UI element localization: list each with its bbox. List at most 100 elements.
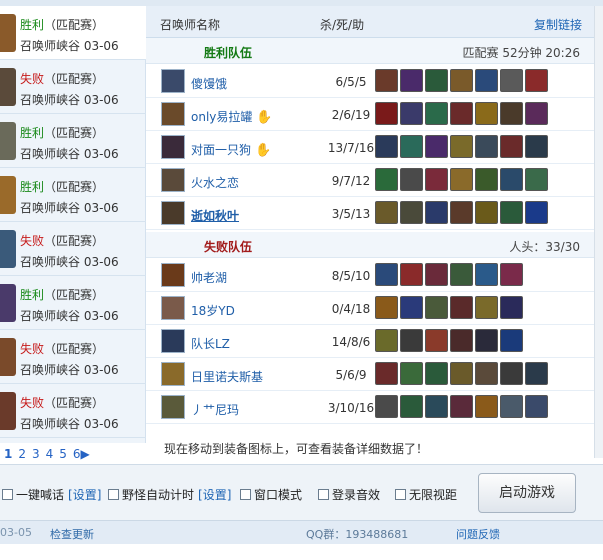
history-item[interactable]: 胜利（匹配赛） 召唤师峡谷 03-06 bbox=[0, 168, 146, 222]
item-icon[interactable] bbox=[450, 296, 473, 319]
window-mode-checkbox[interactable] bbox=[240, 489, 251, 500]
item-icon[interactable] bbox=[500, 102, 523, 125]
item-icon[interactable] bbox=[375, 362, 398, 385]
jungle-timer-option[interactable]: 野怪自动计时 [设置] bbox=[108, 486, 231, 503]
item-icon[interactable] bbox=[525, 168, 548, 191]
summoner-name[interactable]: 18岁YD bbox=[191, 302, 235, 319]
item-icon[interactable] bbox=[525, 395, 548, 418]
item-icon[interactable] bbox=[500, 69, 523, 92]
summoner-name[interactable]: 逝如秋叶 bbox=[191, 207, 239, 224]
item-icon[interactable] bbox=[500, 395, 523, 418]
jungle-timer-settings-link[interactable]: [设置] bbox=[198, 486, 231, 503]
item-icon[interactable] bbox=[475, 395, 498, 418]
history-item[interactable]: 失败（匹配赛） 召唤师峡谷 03-06 bbox=[0, 330, 146, 384]
item-icon[interactable] bbox=[400, 102, 423, 125]
window-mode-option[interactable]: 窗口模式 bbox=[240, 486, 302, 503]
item-icon[interactable] bbox=[425, 329, 448, 352]
unlimited-view-option[interactable]: 无限视距 bbox=[395, 486, 457, 503]
item-icon[interactable] bbox=[400, 69, 423, 92]
item-icon[interactable] bbox=[450, 135, 473, 158]
login-sound-option[interactable]: 登录音效 bbox=[318, 486, 380, 503]
scrollbar[interactable] bbox=[594, 6, 603, 458]
item-icon[interactable] bbox=[450, 329, 473, 352]
page-link[interactable]: 1 bbox=[4, 447, 12, 461]
item-icon[interactable] bbox=[375, 102, 398, 125]
page-link[interactable]: 6▶ bbox=[73, 447, 90, 461]
item-icon[interactable] bbox=[425, 362, 448, 385]
item-icon[interactable] bbox=[400, 296, 423, 319]
item-icon[interactable] bbox=[525, 102, 548, 125]
item-icon[interactable] bbox=[425, 135, 448, 158]
item-icon[interactable] bbox=[375, 168, 398, 191]
item-icon[interactable] bbox=[450, 263, 473, 286]
item-icon[interactable] bbox=[375, 201, 398, 224]
item-icon[interactable] bbox=[475, 263, 498, 286]
item-icon[interactable] bbox=[425, 395, 448, 418]
history-item[interactable]: 胜利（匹配赛） 召唤师峡谷 03-06 bbox=[0, 6, 146, 60]
item-icon[interactable] bbox=[500, 362, 523, 385]
auto-shout-checkbox[interactable] bbox=[2, 489, 13, 500]
item-icon[interactable] bbox=[500, 263, 523, 286]
item-icon[interactable] bbox=[500, 329, 523, 352]
item-icon[interactable] bbox=[450, 201, 473, 224]
item-icon[interactable] bbox=[375, 395, 398, 418]
item-icon[interactable] bbox=[500, 201, 523, 224]
item-icon[interactable] bbox=[475, 168, 498, 191]
unlimited-view-checkbox[interactable] bbox=[395, 489, 406, 500]
item-icon[interactable] bbox=[450, 168, 473, 191]
item-icon[interactable] bbox=[525, 69, 548, 92]
item-icon[interactable] bbox=[375, 329, 398, 352]
summoner-name[interactable]: only易拉罐 ✋ bbox=[191, 108, 273, 125]
auto-shout-option[interactable]: 一键喊话 [设置] bbox=[2, 486, 101, 503]
item-icon[interactable] bbox=[450, 69, 473, 92]
page-link[interactable]: 2 bbox=[18, 447, 26, 461]
history-item[interactable]: 失败（匹配赛） 召唤师峡谷 03-06 bbox=[0, 60, 146, 114]
item-icon[interactable] bbox=[475, 329, 498, 352]
item-icon[interactable] bbox=[475, 296, 498, 319]
item-icon[interactable] bbox=[500, 296, 523, 319]
item-icon[interactable] bbox=[450, 102, 473, 125]
auto-shout-settings-link[interactable]: [设置] bbox=[68, 486, 101, 503]
item-icon[interactable] bbox=[400, 362, 423, 385]
history-item[interactable]: 失败（匹配赛） 召唤师峡谷 03-06 bbox=[0, 384, 146, 438]
item-icon[interactable] bbox=[400, 135, 423, 158]
summoner-name[interactable]: 日里诺夫斯基 bbox=[191, 368, 263, 385]
item-icon[interactable] bbox=[400, 329, 423, 352]
item-icon[interactable] bbox=[450, 395, 473, 418]
item-icon[interactable] bbox=[425, 201, 448, 224]
item-icon[interactable] bbox=[475, 102, 498, 125]
item-icon[interactable] bbox=[500, 168, 523, 191]
summoner-name[interactable]: 对面一只狗 ✋ bbox=[191, 141, 271, 158]
page-link[interactable]: 4 bbox=[46, 447, 54, 461]
item-icon[interactable] bbox=[375, 69, 398, 92]
jungle-timer-checkbox[interactable] bbox=[108, 489, 119, 500]
item-icon[interactable] bbox=[425, 263, 448, 286]
item-icon[interactable] bbox=[375, 296, 398, 319]
history-item[interactable]: 失败（匹配赛） 召唤师峡谷 03-06 bbox=[0, 222, 146, 276]
item-icon[interactable] bbox=[375, 135, 398, 158]
item-icon[interactable] bbox=[425, 296, 448, 319]
summoner-name[interactable]: 帅老湖 bbox=[191, 269, 227, 286]
page-link[interactable]: 5 bbox=[59, 447, 67, 461]
item-icon[interactable] bbox=[400, 395, 423, 418]
item-icon[interactable] bbox=[475, 362, 498, 385]
item-icon[interactable] bbox=[475, 201, 498, 224]
item-icon[interactable] bbox=[450, 362, 473, 385]
launch-game-button[interactable]: 启动游戏 bbox=[478, 473, 576, 513]
check-update-link[interactable]: 检查更新 bbox=[50, 526, 94, 542]
item-icon[interactable] bbox=[525, 362, 548, 385]
summoner-name[interactable]: 队长LZ bbox=[191, 335, 230, 352]
item-icon[interactable] bbox=[375, 263, 398, 286]
summoner-name[interactable]: 火水之恋 bbox=[191, 174, 239, 191]
login-sound-checkbox[interactable] bbox=[318, 489, 329, 500]
item-icon[interactable] bbox=[425, 102, 448, 125]
item-icon[interactable] bbox=[475, 69, 498, 92]
page-link[interactable]: 3 bbox=[32, 447, 40, 461]
item-icon[interactable] bbox=[525, 201, 548, 224]
feedback-link[interactable]: 问题反馈 bbox=[456, 526, 500, 542]
item-icon[interactable] bbox=[525, 135, 548, 158]
item-icon[interactable] bbox=[400, 168, 423, 191]
summoner-name[interactable]: 傻馒饿 bbox=[191, 75, 227, 92]
summoner-name[interactable]: 丿艹尼玛 bbox=[191, 401, 239, 418]
item-icon[interactable] bbox=[425, 69, 448, 92]
